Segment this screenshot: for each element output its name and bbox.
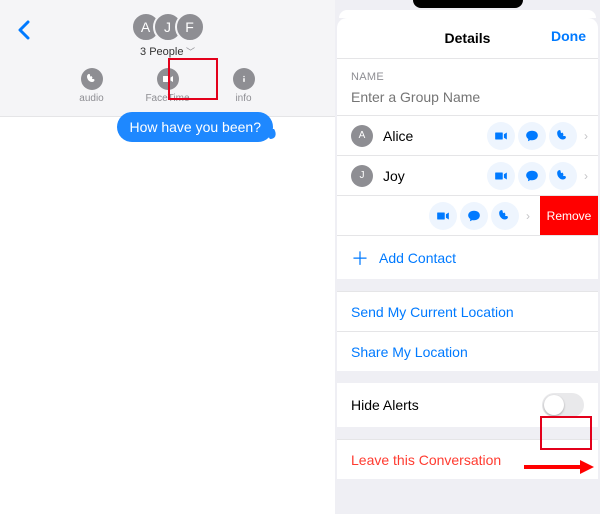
name-section: NAME	[337, 58, 598, 115]
chevron-down-icon: ﹀	[183, 47, 195, 57]
avatar: J	[351, 165, 373, 187]
video-call-button[interactable]	[487, 122, 515, 150]
chevron-right-icon: ›	[584, 129, 588, 143]
group-avatars[interactable]: A J F	[10, 12, 325, 42]
phone-button[interactable]	[491, 202, 519, 230]
messages-header: A J F 3 People ﹀ audio FaceTime	[0, 0, 335, 117]
share-location-button[interactable]: Share My Location	[337, 331, 598, 371]
sheet-behind	[339, 10, 596, 18]
plus-icon: ＋	[351, 245, 369, 271]
device-notch	[413, 0, 523, 8]
group-name-input[interactable]	[351, 89, 584, 105]
done-button[interactable]: Done	[551, 28, 586, 44]
details-header: Details Done	[337, 18, 598, 58]
annotation-arrow-icon	[524, 458, 594, 479]
video-call-button[interactable]	[487, 162, 515, 190]
hide-alerts-row: Hide Alerts	[337, 383, 598, 427]
chevron-left-icon	[16, 20, 30, 40]
phone-icon	[81, 68, 103, 90]
name-label: NAME	[351, 71, 584, 83]
back-button[interactable]	[16, 20, 30, 46]
contact-name: Joy	[383, 168, 487, 184]
chevron-right-icon: ›	[526, 209, 530, 223]
contact-row[interactable]: J Joy ›	[337, 155, 598, 195]
phone-button[interactable]	[549, 122, 577, 150]
phone-button[interactable]	[549, 162, 577, 190]
video-icon	[157, 68, 179, 90]
contact-row[interactable]: ye › Remove	[337, 195, 598, 235]
video-call-button[interactable]	[429, 202, 457, 230]
remove-button[interactable]: Remove	[540, 196, 598, 235]
avatar: A	[351, 125, 373, 147]
contact-row[interactable]: A Alice ›	[337, 115, 598, 155]
message-button[interactable]	[518, 122, 546, 150]
hide-alerts-toggle[interactable]	[542, 393, 584, 417]
audio-button[interactable]: audio	[69, 68, 115, 104]
avatar: F	[175, 12, 205, 42]
facetime-button[interactable]: FaceTime	[145, 68, 191, 104]
send-location-button[interactable]: Send My Current Location	[337, 291, 598, 331]
contact-name: ye	[337, 208, 429, 224]
info-button[interactable]: info	[221, 68, 267, 104]
contact-name: Alice	[383, 128, 487, 144]
message-button[interactable]	[518, 162, 546, 190]
page-title: Details	[445, 30, 491, 46]
add-contact-button[interactable]: ＋ Add Contact	[337, 235, 598, 279]
message-bubble[interactable]: How have you been?	[117, 112, 273, 142]
chevron-right-icon: ›	[584, 169, 588, 183]
info-icon	[233, 68, 255, 90]
hide-alerts-label: Hide Alerts	[351, 397, 419, 413]
people-count[interactable]: 3 People ﹀	[10, 45, 325, 58]
message-button[interactable]	[460, 202, 488, 230]
